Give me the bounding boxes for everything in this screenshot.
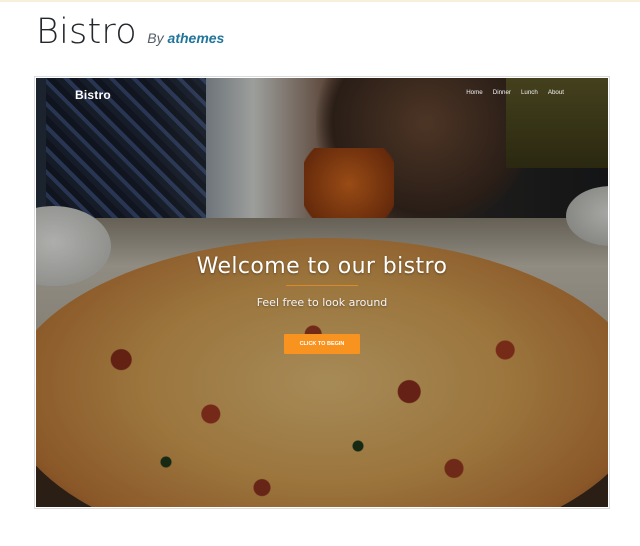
theme-screenshot[interactable]: Bistro Home Dinner Lunch About Welcome t… xyxy=(36,78,608,507)
theme-byline: By athemes xyxy=(147,30,224,46)
nav-item-dinner[interactable]: Dinner xyxy=(493,89,511,96)
theme-header: Bistro By athemes xyxy=(36,12,224,56)
click-to-begin-button[interactable]: CLICK TO BEGIN xyxy=(284,334,360,354)
hero-title: Welcome to our bistro xyxy=(196,254,448,279)
site-navbar: Bistro Home Dinner Lunch About xyxy=(36,78,608,108)
hero-divider xyxy=(286,285,358,286)
photo-overlay xyxy=(36,78,608,507)
author-link[interactable]: athemes xyxy=(168,30,225,46)
nav-item-lunch[interactable]: Lunch xyxy=(521,89,538,96)
hero-subtitle: Feel free to look around xyxy=(256,296,388,309)
nav-menu: Home Dinner Lunch About xyxy=(466,89,564,96)
by-label: By xyxy=(147,30,164,46)
nav-item-about[interactable]: About xyxy=(548,89,564,96)
hero-background-photo xyxy=(36,78,608,507)
nav-item-home[interactable]: Home xyxy=(466,89,483,96)
site-logo[interactable]: Bistro xyxy=(75,88,111,102)
top-border xyxy=(0,0,640,2)
theme-name: Bistro xyxy=(36,12,137,52)
